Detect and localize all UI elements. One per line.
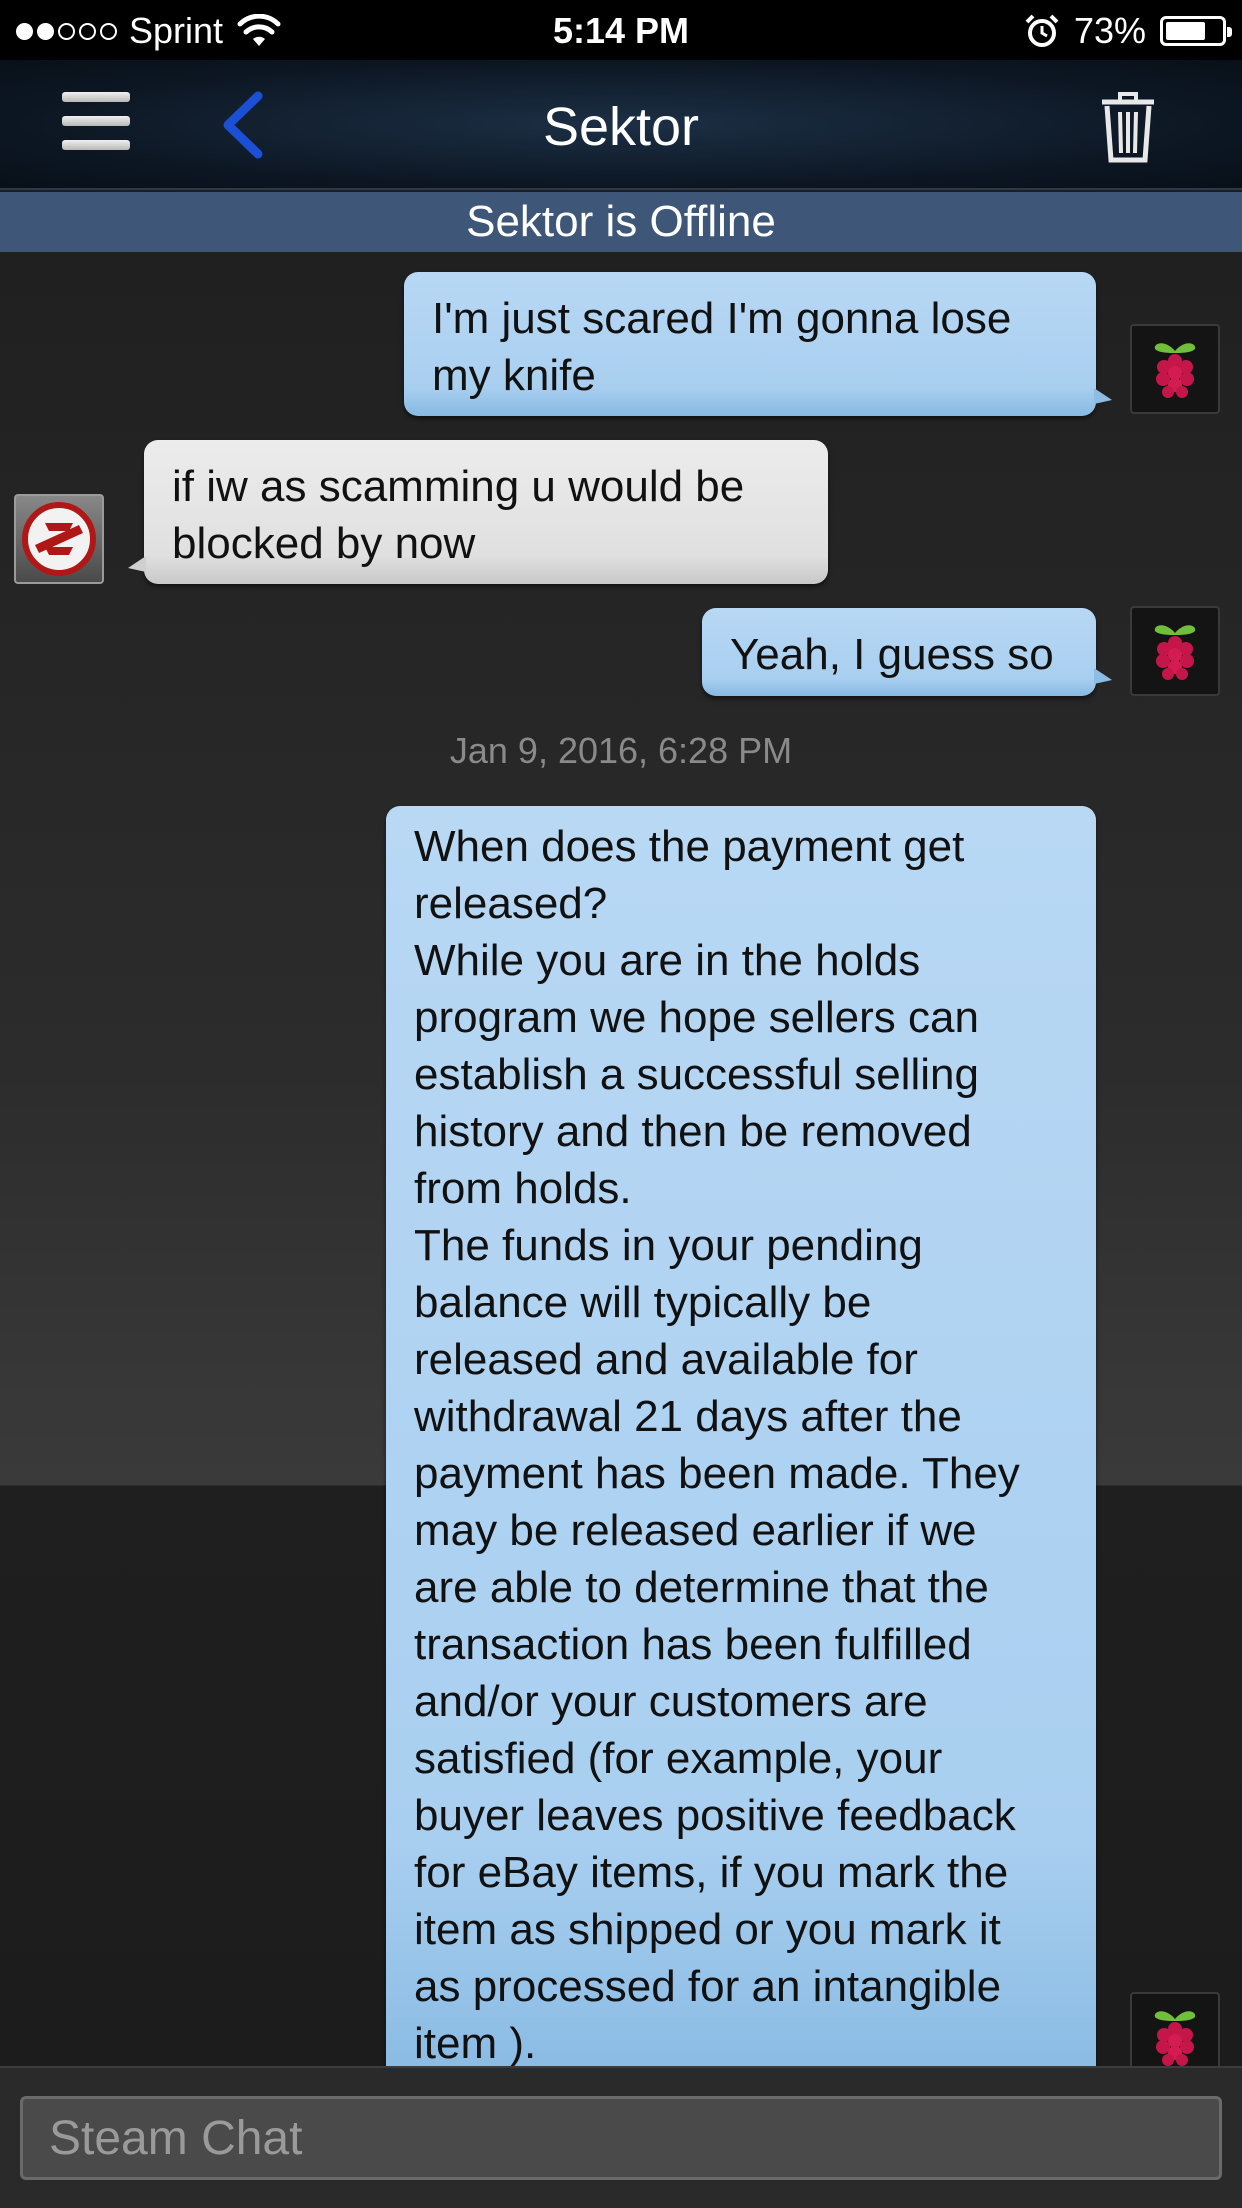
battery-percent: 73% bbox=[1073, 10, 1146, 51]
message-line: The funds in your pending bbox=[414, 1221, 923, 1270]
self-avatar[interactable] bbox=[1130, 1992, 1220, 2066]
message-line: and/or your customers are bbox=[414, 1677, 928, 1726]
message-line: payment has been made. They bbox=[414, 1449, 1020, 1498]
message-line: When does the payment get bbox=[414, 822, 965, 871]
message-line: program we hope sellers can bbox=[414, 993, 979, 1042]
raspberry-avatar-icon bbox=[1154, 2011, 1196, 2066]
outgoing-message-bubble[interactable]: Yeah, I guess so bbox=[702, 608, 1112, 696]
steam-chat-input[interactable] bbox=[20, 2096, 1222, 2180]
message-line: withdrawal 21 days after the bbox=[414, 1392, 962, 1441]
message-line: released? bbox=[414, 879, 608, 928]
message-line: released and available for bbox=[414, 1335, 918, 1384]
message-input-bar bbox=[0, 2066, 1242, 2208]
message-line: balance will typically be bbox=[414, 1278, 872, 1327]
friend-avatar[interactable] bbox=[14, 494, 104, 584]
alarm-clock-icon bbox=[1025, 14, 1059, 47]
message-line: buyer leaves positive feedback bbox=[414, 1791, 1016, 1840]
message-line: satisfied (for example, your bbox=[414, 1734, 943, 1783]
message-line: may be released earlier if we bbox=[414, 1506, 977, 1555]
conversation-title: Sektor bbox=[542, 97, 700, 157]
incoming-message-bubble[interactable]: if iw as scamming u would be blocked by … bbox=[128, 440, 828, 584]
offline-status-banner: Sektor is Offline bbox=[0, 192, 1242, 252]
message-line: as processed for an intangible bbox=[414, 1962, 1002, 2011]
message-line: While you are in the holds bbox=[414, 936, 921, 985]
nav-bar: Sektor bbox=[0, 60, 1242, 190]
outgoing-message-bubble[interactable]: I'm just scared I'm gonna lose my knife bbox=[404, 272, 1112, 416]
battery-fill bbox=[1166, 22, 1206, 40]
message-line: for eBay items, if you mark the bbox=[414, 1848, 1009, 1897]
message-line: transaction has been fulfilled bbox=[414, 1620, 972, 1669]
trash-icon[interactable] bbox=[1100, 90, 1156, 164]
self-avatar[interactable] bbox=[1130, 606, 1220, 696]
message-line: item as shipped or you mark it bbox=[414, 1905, 1001, 1954]
battery-icon bbox=[1160, 16, 1232, 46]
raspberry-avatar-icon bbox=[1154, 343, 1196, 398]
outgoing-message-bubble[interactable]: When does the payment get released? While … bbox=[386, 806, 1096, 2066]
message-line: are able to determine that the bbox=[414, 1563, 989, 1612]
status-bar: Sprint 5:14 PM 73% bbox=[0, 0, 1242, 60]
raspberry-avatar-icon bbox=[1154, 625, 1196, 680]
message-line: item ). bbox=[414, 2019, 537, 2066]
friend-logo-icon bbox=[22, 502, 96, 576]
chat-messages-area[interactable]: I'm just scared I'm gonna lose my knife … bbox=[0, 252, 1242, 2066]
message-line: establish a successful selling bbox=[414, 1050, 979, 1099]
self-avatar[interactable] bbox=[1130, 324, 1220, 414]
status-right: 73% bbox=[1024, 10, 1232, 52]
message-line: history and then be removed bbox=[414, 1107, 972, 1156]
message-timestamp: Jan 9, 2016, 6:28 PM bbox=[449, 730, 793, 771]
message-line: from holds. bbox=[414, 1164, 632, 1213]
